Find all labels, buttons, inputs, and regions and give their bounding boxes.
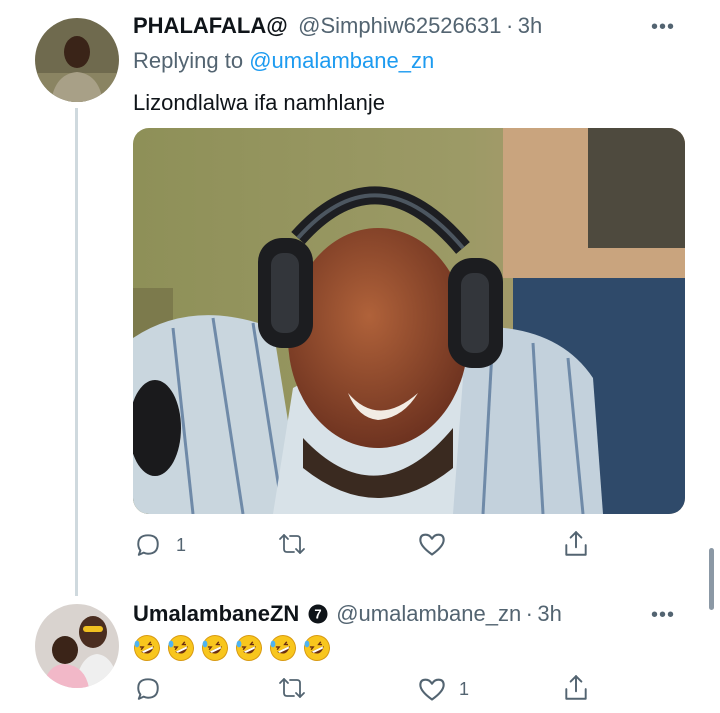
rolling-on-floor-laughing-icon [168,635,194,661]
timestamp[interactable]: 3h [537,601,561,626]
display-name[interactable]: PHALAFALA@ [133,13,288,38]
reply-count: 1 [176,535,187,555]
display-name[interactable]: UmalambaneZN [133,601,299,626]
like-count: 1 [459,679,470,699]
reply-to-handle[interactable]: @umalambane_zn [249,48,434,73]
svg-text:7: 7 [314,607,321,622]
tweet-photo[interactable] [133,128,685,514]
like-icon[interactable] [418,531,446,557]
rolling-on-floor-laughing-icon [304,635,330,661]
like-icon[interactable] [418,676,446,702]
share-icon[interactable] [563,530,589,558]
user-handle[interactable]: @umalambane_zn [336,601,521,626]
share-icon[interactable] [563,674,589,702]
scrollbar-thumb[interactable] [709,548,714,610]
avatar[interactable] [35,604,119,688]
reply-icon[interactable] [135,675,161,701]
reply-icon[interactable] [135,531,161,557]
rolling-on-floor-laughing-icon [134,635,160,661]
more-options-icon[interactable]: ••• [651,604,675,627]
tweet-text: Lizondlalwa ifa namhlanje [133,90,385,115]
more-options-icon[interactable]: ••• [651,16,675,39]
separator: · [525,601,533,626]
separator: · [505,13,514,38]
retweet-icon[interactable] [276,675,308,701]
retweet-icon[interactable] [276,531,308,557]
replying-to-label: Replying to [133,48,250,73]
timestamp[interactable]: 3h [518,13,542,38]
thread-line [75,108,78,596]
rolling-on-floor-laughing-icon [202,635,228,661]
user-handle[interactable]: @Simphiw62526631 [298,13,501,38]
tweet-text [133,634,337,664]
avatar[interactable] [35,18,119,102]
verified-badge-icon: 7 [308,604,328,624]
rolling-on-floor-laughing-icon [270,635,296,661]
rolling-on-floor-laughing-icon [236,635,262,661]
